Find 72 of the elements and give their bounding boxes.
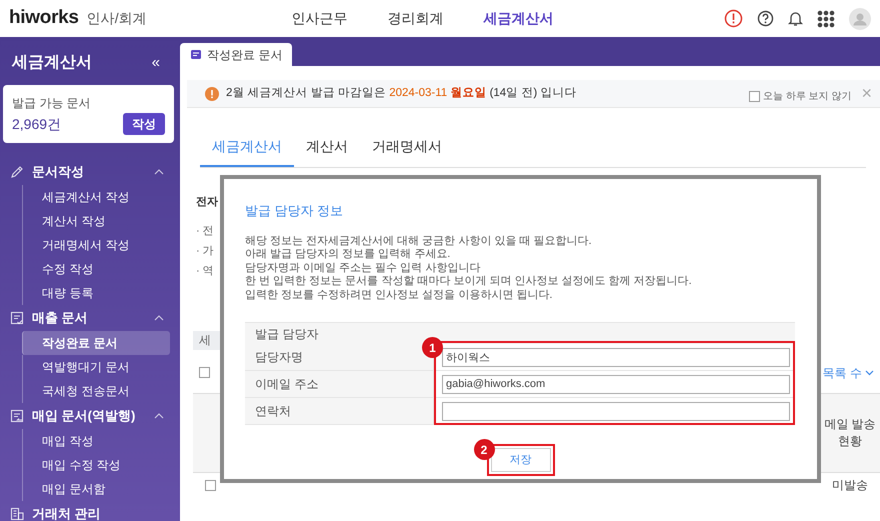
warning-icon [205, 86, 219, 100]
row-checkbox[interactable] [205, 480, 216, 490]
table-cell-text: 미발송 [831, 476, 869, 494]
info-text: 해당 정보는 전자세금계산서에 대해 궁금한 사항이 있을 때 필요합니다. [245, 234, 593, 248]
field-label: 연락처 [245, 398, 434, 424]
select-all-checkbox[interactable] [199, 367, 210, 378]
help-icon[interactable] [757, 10, 774, 27]
info-text: 아래 발급 담당자의 정보를 입력해 주세요. [245, 248, 452, 262]
menu-item[interactable]: 매입 작성 [22, 429, 170, 453]
create-button[interactable]: 작성 [123, 113, 165, 135]
document-tab[interactable]: 거래명세서 [360, 130, 454, 167]
chevron-up-icon[interactable] [154, 413, 164, 419]
menu-group[interactable]: 매출 문서 [0, 305, 180, 331]
document-tab[interactable]: 계산서 [294, 130, 360, 167]
page-tab[interactable]: 작성완료 문서 [180, 43, 292, 66]
menu-group[interactable]: 매입 문서(역발행) [0, 403, 180, 429]
column-header: 메일 발송 현황 [823, 416, 877, 450]
pencil-icon [10, 165, 24, 179]
chevron-down-icon [865, 370, 874, 376]
bullet-text: · 역 [196, 264, 214, 278]
info-text: 입력한 정보를 수정하려면 인사정보 설정을 이용하시면 됩니다. [245, 288, 554, 302]
bell-icon[interactable] [788, 10, 803, 27]
input-field[interactable]: gabia@hiworks.com [442, 374, 790, 394]
menu-group-label: 거래처 관리 [32, 505, 101, 521]
bullet-text: · 가 [196, 244, 214, 258]
menu-item[interactable]: 거래명세서 작성 [22, 233, 170, 257]
summary-label: 발급 가능 문서 [12, 95, 92, 112]
nav-link[interactable]: 인사근무 [292, 8, 348, 29]
info-text: 담당자명과 이메일 주소는 필수 입력 사항입니다 [245, 262, 482, 275]
document-count: 2,969건 [12, 114, 62, 134]
input-field[interactable] [442, 402, 790, 420]
logo[interactable]: hiworks [9, 4, 79, 33]
info-text: 한 번 입력한 정보는 문서를 작성할 때마다 보이게 되며 인사정보 설정에도 함께 저장됩니다. [245, 275, 693, 288]
nav-link[interactable]: 세금계산서 [484, 8, 554, 29]
menu-item[interactable]: 역발행대기 문서 [22, 355, 170, 379]
menu-item[interactable]: 수정 작성 [22, 257, 170, 281]
menu-item[interactable]: 세금계산서 작성 [22, 185, 170, 209]
bullet-text: · 전 [196, 224, 214, 238]
product-name: 인사/회계 [86, 9, 147, 28]
section-heading: 전자 [196, 195, 218, 210]
step-marker: 2 [474, 439, 494, 460]
dialog-title: 발급 담당자 정보 [245, 202, 344, 220]
menu-group-label: 매출 문서 [32, 309, 88, 328]
sidebar-title: 세금계산서 [12, 53, 92, 73]
save-button[interactable]: 저장 [490, 448, 550, 472]
menu-item[interactable]: 계산서 작성 [22, 209, 170, 233]
field-label: 이메일 주소 [245, 371, 434, 397]
menu-group-label: 매입 문서(역발행) [32, 407, 136, 426]
input-field[interactable]: 하이웍스 [442, 348, 790, 366]
menu-item[interactable]: 국세청 전송문서 [22, 379, 170, 403]
list-count-dropdown[interactable]: 목록 수 [822, 364, 874, 382]
document-check-icon [10, 311, 24, 325]
document-tab[interactable]: 세금계산서 [200, 130, 294, 167]
menu-item[interactable]: 매입 문서함 [22, 477, 170, 501]
alert-icon[interactable] [724, 9, 743, 28]
section-header: 발급 담당자 [245, 323, 795, 344]
notice-text: 2월 세금계산서 발급 마감일은 2024-03-11 월요일 (14일 전) 입니다 [226, 86, 576, 101]
chevron-up-icon[interactable] [154, 315, 164, 321]
document-icon [190, 48, 202, 60]
menu-item[interactable]: 작성완료 문서 [22, 331, 170, 355]
menu-group[interactable]: 문서작성 [0, 159, 180, 185]
menu-group[interactable]: 거래처 관리 [0, 501, 180, 521]
nav-link[interactable]: 경리회계 [388, 8, 444, 29]
collapse-button[interactable]: « [152, 52, 160, 74]
dismiss-checkbox[interactable]: 오늘 하루 보지 않기 [749, 89, 852, 104]
building-icon [10, 507, 24, 521]
menu-item[interactable]: 대량 등록 [22, 281, 170, 305]
filter-tab[interactable]: 세 [193, 330, 222, 350]
apps-grid-icon[interactable] [817, 10, 835, 28]
menu-group-label: 문서작성 [32, 163, 84, 182]
menu-item[interactable]: 매입 수정 작성 [22, 453, 170, 477]
chevron-up-icon[interactable] [154, 169, 164, 175]
